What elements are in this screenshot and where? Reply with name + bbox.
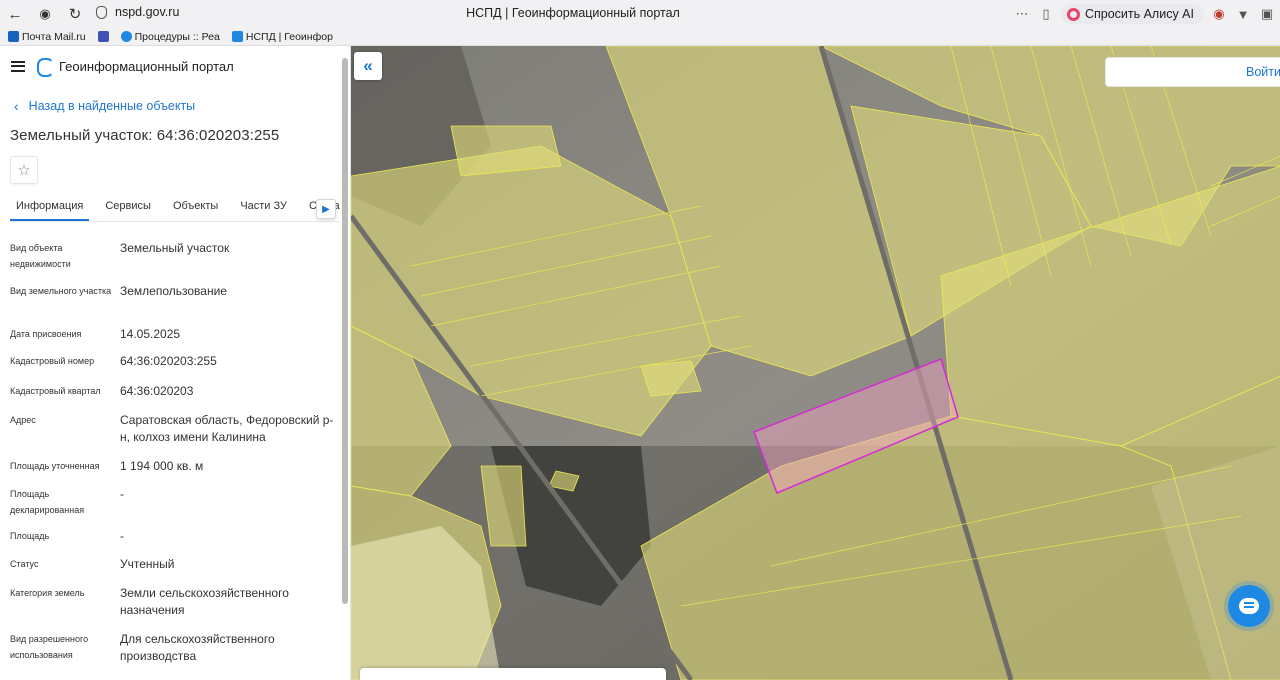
collapse-panel-button[interactable]: « <box>354 52 382 80</box>
panel-scrollbar[interactable] <box>342 58 348 604</box>
property-label: Вид земельного участка <box>10 286 112 296</box>
tab-parts[interactable]: Части ЗУ <box>240 198 287 221</box>
back-link-label: Назад в найденные объекты <box>28 99 196 113</box>
property-value: 64:36:020203:255 <box>120 354 217 368</box>
property-value: Землепользование <box>120 284 227 298</box>
property-label: Площадь уточненная <box>10 461 100 471</box>
property-value: Земли сельскохозяйственного назначения <box>120 586 289 617</box>
star-icon: ☆ <box>17 162 31 179</box>
double-chevron-left-icon: « <box>363 56 373 75</box>
property-label: Дата присвоения <box>10 329 82 339</box>
property-label: Кадастровый номер <box>10 356 95 366</box>
portal-logo[interactable]: Геоинформационный портал <box>37 58 234 77</box>
map-view[interactable] <box>351 46 1280 680</box>
hamburger-menu-icon[interactable] <box>11 60 25 72</box>
property-value: 1 194 000 кв. м <box>120 459 204 473</box>
alice-label: Спросить Алису AI <box>1084 7 1194 21</box>
property-label: Статус <box>10 559 39 569</box>
property-value: Для сельскохозяйственного производства <box>120 632 275 663</box>
download-icon[interactable]: ▼ <box>1234 7 1252 22</box>
property-label: Площадь <box>10 531 50 541</box>
nspd-icon <box>231 31 243 42</box>
property-value: 64:36:020203 <box>120 384 194 398</box>
chat-button[interactable] <box>1228 585 1270 627</box>
bookmark-procedures[interactable]: Процедуры :: Реа <box>120 30 220 43</box>
property-value: Земельный участок <box>120 241 230 255</box>
cadastral-parcels <box>351 46 1280 680</box>
globe-icon <box>120 31 132 42</box>
bookmarks-bar: Почта Mail.ru Процедуры :: Реа НСПД | Ге… <box>0 28 1280 46</box>
property-value: 14.05.2025 <box>120 327 181 341</box>
bookmark-icon[interactable]: ▯ <box>1037 6 1055 22</box>
bookmark-nspd[interactable]: НСПД | Геоинфор <box>231 30 333 43</box>
page-tab-title: НСПД | Геоинформационный портал <box>466 6 680 20</box>
portal-name: Геоинформационный портал <box>59 58 234 74</box>
object-info-panel: Геоинформационный портал ‹ Назад в найде… <box>0 46 351 680</box>
bottom-panel[interactable] <box>360 668 666 680</box>
login-button[interactable]: Войти <box>1105 57 1280 87</box>
tab-information[interactable]: Информация <box>10 198 90 221</box>
bookmark-label: НСПД | Геоинфор <box>245 30 333 43</box>
property-label: Площадь декларированная <box>10 489 85 515</box>
chevron-right-icon: ▶ <box>322 203 330 215</box>
favorite-button[interactable]: ☆ <box>10 156 38 184</box>
browser-actions: ⋯ ▯ Спросить Алису AI ◉ ▼ ▣ <box>1013 2 1280 26</box>
bookmark-mail[interactable]: Почта Mail.ru <box>8 31 86 43</box>
map-canvas <box>351 46 1280 680</box>
property-value: Саратовская область, Федоровский р-н, ко… <box>120 413 334 444</box>
property-label: Вид объекта недвижимости <box>10 243 71 269</box>
browser-toolbar: ← ◉ ↻ nspd.gov.ru НСПД | Геоинформационн… <box>0 0 1280 28</box>
bookmark-label: Процедуры :: Реа <box>134 30 220 43</box>
alice-icon <box>1066 7 1080 21</box>
site-icon <box>97 31 109 42</box>
object-title: Земельный участок: 64:36:020203:255 <box>10 127 280 144</box>
property-label: Вид разрешенного использования <box>10 634 89 660</box>
menu-dots-icon[interactable]: ⋯ <box>1013 6 1031 22</box>
property-label: Кадастровый квартал <box>10 386 101 396</box>
bookmark-unnamed[interactable] <box>97 31 109 42</box>
portal-logo-icon <box>37 58 54 77</box>
property-label: Адрес <box>10 415 36 425</box>
panel-header: Геоинформационный портал <box>0 46 340 86</box>
tabs-icon[interactable]: ▣ <box>1258 6 1276 22</box>
tabs-scroll-right-button[interactable]: ▶ <box>316 199 336 219</box>
property-value: - <box>120 487 124 501</box>
property-value: Учтенный <box>120 557 175 571</box>
object-tabs: Информация Сервисы Объекты Части ЗУ Сост… <box>10 198 340 222</box>
bookmark-label: Почта Mail.ru <box>22 30 86 43</box>
property-value: - <box>120 529 124 543</box>
tab-objects[interactable]: Объекты <box>173 198 218 221</box>
alice-button[interactable]: Спросить Алису AI <box>1060 4 1204 24</box>
property-label: Категория земель <box>10 588 85 598</box>
chevron-left-icon: ‹ <box>14 98 19 114</box>
tab-services[interactable]: Сервисы <box>105 198 151 221</box>
back-to-results-link[interactable]: ‹ Назад в найденные объекты <box>14 98 195 114</box>
extension-icon[interactable]: ◉ <box>1210 6 1228 22</box>
mail-icon <box>8 31 19 42</box>
chat-icon <box>1239 598 1259 614</box>
